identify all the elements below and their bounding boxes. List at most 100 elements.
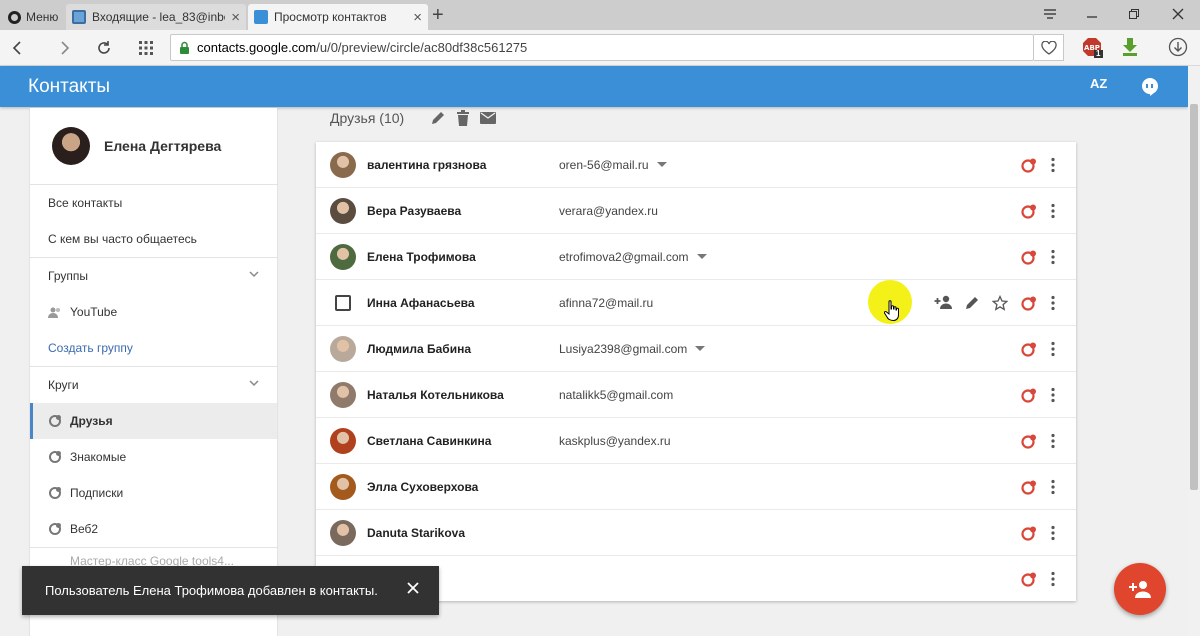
- star-icon[interactable]: [992, 295, 1008, 311]
- sidebar-item-all-contacts[interactable]: Все контакты: [30, 185, 277, 221]
- create-group-link[interactable]: Создать группу: [30, 330, 277, 366]
- contact-name: Элла Суховерхова: [367, 479, 479, 494]
- sort-az-button[interactable]: AZ: [1090, 76, 1107, 91]
- snackbar-message: Пользователь Елена Трофимова добавлен в …: [45, 583, 378, 598]
- contact-row[interactable]: валентина грязнова oren-56@mail.ru: [316, 142, 1076, 188]
- circle-membership-icon[interactable]: [1020, 525, 1038, 541]
- circle-membership-icon[interactable]: [1020, 295, 1038, 311]
- speed-dial-grid-icon[interactable]: [134, 36, 158, 60]
- mail-favicon-icon: [72, 10, 86, 24]
- close-icon[interactable]: [407, 582, 419, 594]
- email-envelope-icon[interactable]: [480, 112, 497, 124]
- sidebar-circles-header[interactable]: Круги: [30, 366, 277, 403]
- delete-trash-icon[interactable]: [456, 110, 470, 126]
- add-contact-button[interactable]: [1114, 563, 1166, 615]
- sidebar-item-acquaintances[interactable]: Знакомые: [30, 439, 277, 475]
- contact-row[interactable]: Светлана Савинкина kaskplus@yandex.ru: [316, 418, 1076, 464]
- circle-membership-icon[interactable]: [1020, 203, 1038, 219]
- circle-membership-icon[interactable]: [1020, 571, 1038, 587]
- contact-email-text: afinna72@mail.ru: [559, 295, 654, 310]
- app-title: Контакты: [28, 76, 111, 97]
- sidebar-groups-header[interactable]: Группы: [30, 257, 277, 294]
- email-dropdown-icon[interactable]: [696, 253, 707, 260]
- close-window-button[interactable]: [1172, 4, 1184, 24]
- page-scrollbar[interactable]: [1188, 66, 1200, 636]
- more-vert-icon[interactable]: [1051, 341, 1055, 357]
- circle-membership-icon[interactable]: [1020, 249, 1038, 265]
- restore-button[interactable]: [1128, 4, 1140, 24]
- bookmark-heart-icon[interactable]: [1034, 34, 1064, 61]
- sidebar-item-label: Все контакты: [48, 196, 123, 210]
- tab-close-icon[interactable]: ×: [225, 9, 240, 26]
- circle-membership-icon[interactable]: [1020, 433, 1038, 449]
- downloads-icon[interactable]: [1168, 37, 1188, 57]
- sidebar-item-web2[interactable]: Веб2: [30, 511, 277, 547]
- sidebar-item-label: С кем вы часто общаетесь: [48, 232, 197, 246]
- opera-menu-label: Меню: [26, 10, 59, 24]
- contact-email: etrofimova2@gmail.com: [559, 250, 707, 264]
- minimize-button[interactable]: [1086, 4, 1098, 24]
- contact-email-text: Lusiya2398@gmail.com: [559, 341, 688, 356]
- email-dropdown-icon[interactable]: [695, 345, 706, 352]
- select-checkbox[interactable]: [335, 295, 351, 311]
- contact-row[interactable]: Элла Суховерхова: [316, 464, 1076, 510]
- add-person-icon: [1128, 580, 1152, 598]
- tab-contacts[interactable]: Просмотр контактов ×: [248, 4, 428, 30]
- circle-membership-icon[interactable]: [1020, 479, 1038, 495]
- adblock-icon[interactable]: ABP 1: [1082, 37, 1104, 59]
- new-tab-button[interactable]: +: [432, 5, 444, 25]
- edit-pencil-icon[interactable]: [964, 295, 980, 311]
- sidebar-item-friends[interactable]: Друзья: [30, 403, 277, 439]
- more-vert-icon[interactable]: [1051, 433, 1055, 449]
- adblock-badge: 1: [1096, 49, 1101, 58]
- contact-row[interactable]: Danuta Starikova: [316, 510, 1076, 556]
- tab-inbox[interactable]: Входящие - lea_83@inbox.ru ×: [66, 4, 246, 30]
- more-vert-icon[interactable]: [1051, 479, 1055, 495]
- forward-button[interactable]: [52, 36, 76, 60]
- more-vert-icon[interactable]: [1051, 525, 1055, 541]
- create-group-label: Создать группу: [48, 341, 133, 355]
- more-vert-icon[interactable]: [1051, 249, 1055, 265]
- sidebar: Елена Дегтярева Все контакты С кем вы ча…: [30, 108, 277, 636]
- contact-row[interactable]: Вера Разуваева verara@yandex.ru: [316, 188, 1076, 234]
- download-extension-icon[interactable]: [1121, 37, 1139, 57]
- back-button[interactable]: [6, 36, 30, 60]
- contacts-favicon-icon: [254, 10, 268, 24]
- contact-name: Людмила Бабина: [367, 341, 472, 356]
- more-vert-icon[interactable]: [1051, 387, 1055, 403]
- contact-email: kaskplus@yandex.ru: [559, 434, 671, 448]
- reload-button[interactable]: [92, 36, 116, 60]
- contact-row[interactable]: Людмила Бабина Lusiya2398@gmail.com: [316, 326, 1076, 372]
- contact-row[interactable]: Наталья Котельникова natalikk5@gmail.com: [316, 372, 1076, 418]
- contact-row[interactable]: Инна Афанасьева afinna72@mail.ru: [316, 280, 1076, 326]
- tab-menu-icon[interactable]: [1043, 4, 1057, 24]
- more-vert-icon[interactable]: [1051, 157, 1055, 173]
- email-dropdown-icon[interactable]: [656, 161, 667, 168]
- edit-pencil-icon[interactable]: [430, 110, 446, 126]
- circle-icon: [48, 450, 62, 464]
- feedback-icon[interactable]: [1140, 77, 1160, 97]
- hand-cursor-icon: [884, 300, 900, 322]
- circle-membership-icon[interactable]: [1020, 341, 1038, 357]
- lock-icon: [179, 41, 190, 55]
- user-profile[interactable]: Елена Дегтярева: [30, 108, 277, 185]
- opera-menu-button[interactable]: Меню: [2, 4, 60, 30]
- sidebar-item-following[interactable]: Подписки: [30, 475, 277, 511]
- contact-list: валентина грязнова oren-56@mail.ru Вера Ра…: [316, 142, 1076, 601]
- contact-avatar: [330, 382, 356, 408]
- more-vert-icon[interactable]: [1051, 295, 1055, 311]
- url-input[interactable]: contacts.google.com/u/0/preview/circle/a…: [170, 34, 1034, 61]
- sidebar-item-frequent[interactable]: С кем вы часто общаетесь: [30, 221, 277, 257]
- circle-membership-icon[interactable]: [1020, 387, 1038, 403]
- more-vert-icon[interactable]: [1051, 571, 1055, 587]
- contact-row[interactable]: Елена Трофимова etrofimova2@gmail.com: [316, 234, 1076, 280]
- circle-membership-icon[interactable]: [1020, 157, 1038, 173]
- contact-name: Светлана Савинкина: [367, 433, 492, 448]
- row-actions: [934, 295, 1008, 311]
- sidebar-item-youtube[interactable]: YouTube: [30, 294, 277, 330]
- more-vert-icon[interactable]: [1051, 203, 1055, 219]
- contact-avatar: [330, 428, 356, 454]
- add-to-contacts-icon[interactable]: [934, 295, 952, 311]
- tab-close-icon[interactable]: ×: [407, 9, 422, 26]
- scrollbar-thumb[interactable]: [1190, 104, 1198, 490]
